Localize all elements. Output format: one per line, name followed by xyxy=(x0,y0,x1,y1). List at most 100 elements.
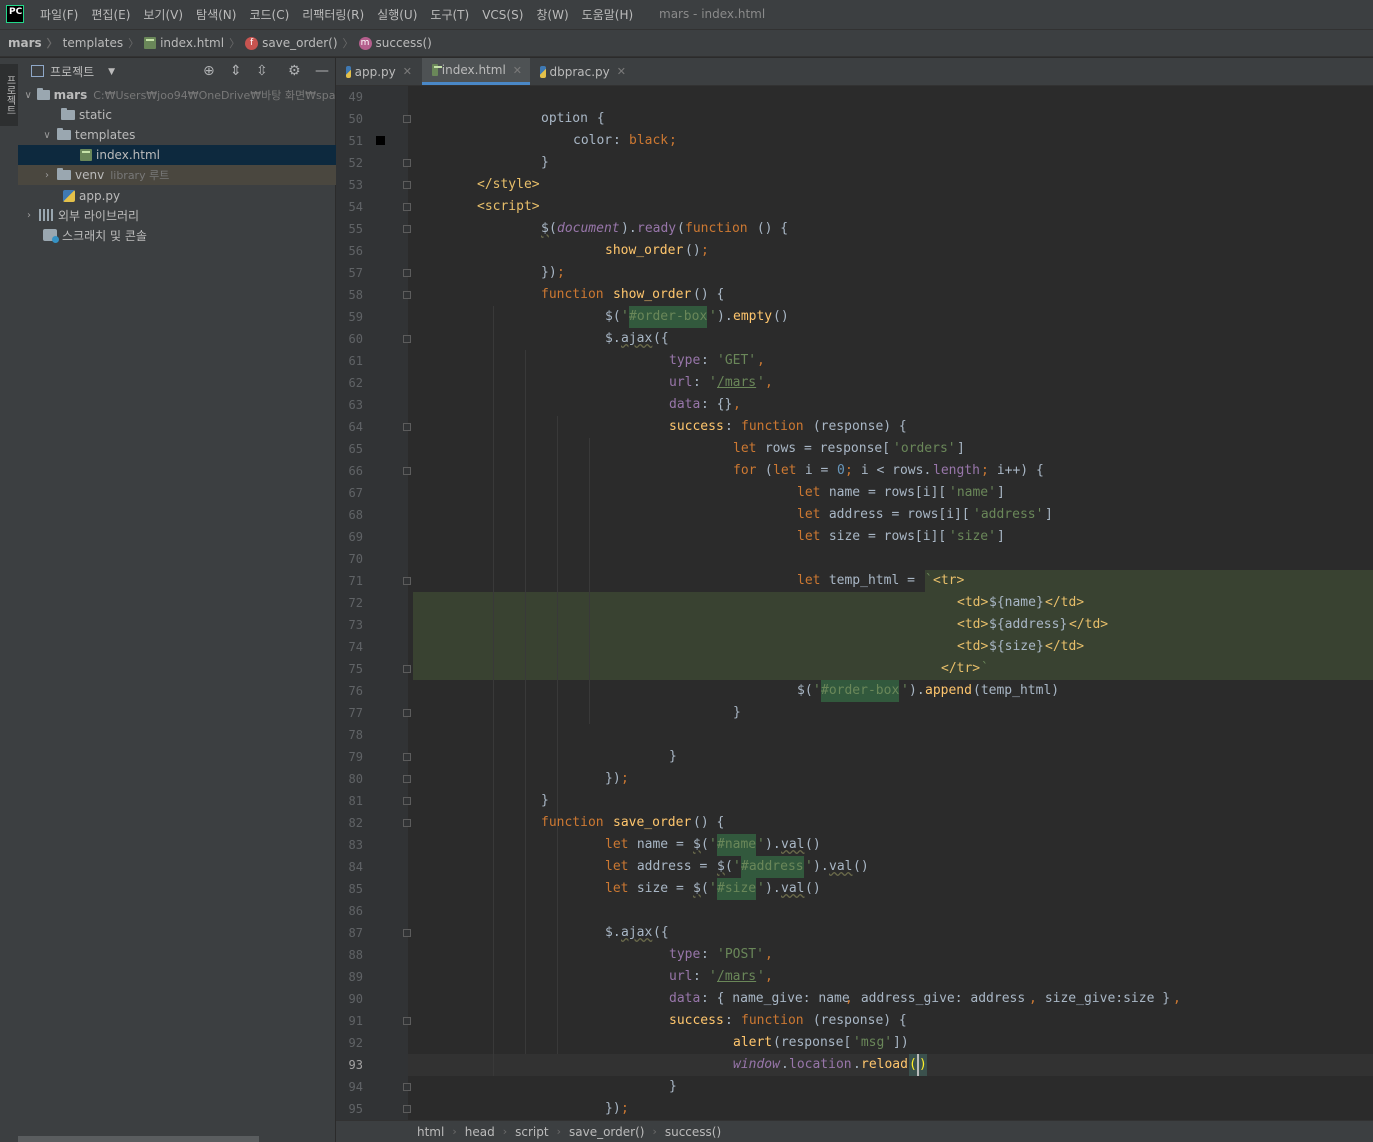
fold-marker-icon[interactable] xyxy=(403,115,411,123)
footer-crumb-3[interactable]: save_order() xyxy=(569,1125,644,1139)
menu-item-4[interactable]: 코드(C) xyxy=(249,6,289,23)
tree-item-static[interactable]: static xyxy=(18,105,378,125)
line-number: 65 xyxy=(348,442,363,456)
close-icon[interactable]: ✕ xyxy=(513,64,522,77)
fold-marker-icon[interactable] xyxy=(403,1105,411,1113)
tab-dbprac-py[interactable]: dbprac.py ✕ xyxy=(530,58,634,85)
tab-label: app.py xyxy=(354,64,396,79)
minimize-icon[interactable]: — xyxy=(315,63,329,79)
line-number: 76 xyxy=(348,684,363,698)
code-token: , xyxy=(765,947,773,962)
fold-marker-icon[interactable] xyxy=(403,775,411,783)
fold-marker-icon[interactable] xyxy=(403,753,411,761)
menu-item-6[interactable]: 실행(U) xyxy=(377,6,417,23)
breadcrumb-project[interactable]: mars 〉 xyxy=(8,35,63,51)
code-token: ). xyxy=(717,309,733,324)
code-token: document xyxy=(557,221,620,236)
code-token: ( xyxy=(909,1054,917,1076)
menu-item-2[interactable]: 보기(V) xyxy=(143,6,183,23)
breadcrumb-file[interactable]: index.html 〉 xyxy=(144,35,245,51)
tree-item-templates[interactable]: ∨ templates xyxy=(18,125,358,145)
chevron-right-icon[interactable]: › xyxy=(41,170,53,181)
menu-item-3[interactable]: 탐색(N) xyxy=(196,6,236,23)
breadcrumb-method[interactable]: m success() xyxy=(358,36,432,50)
close-icon[interactable]: ✕ xyxy=(403,65,412,78)
code-token: ; xyxy=(981,463,989,478)
horizontal-scrollbar[interactable] xyxy=(18,1136,259,1142)
fold-marker-icon[interactable] xyxy=(403,1017,411,1025)
menu-item-9[interactable]: 창(W) xyxy=(536,6,568,23)
fold-marker-icon[interactable] xyxy=(403,181,411,189)
menu-item-10[interactable]: 도움말(H) xyxy=(582,6,634,23)
code-token: }) xyxy=(605,1101,621,1116)
tab-app-py[interactable]: app.py ✕ xyxy=(336,58,420,85)
line-number: 92 xyxy=(348,1036,363,1050)
code-token: rows = response[ xyxy=(757,441,891,456)
fold-marker-icon[interactable] xyxy=(403,203,411,211)
code-token: data xyxy=(669,397,701,412)
project-tool-tab[interactable]: 프로젝트 xyxy=(0,64,18,126)
collapse-all-icon[interactable]: ⇳ xyxy=(256,63,268,79)
chevron-down-icon[interactable]: ∨ xyxy=(41,130,53,141)
footer-crumb-1[interactable]: head xyxy=(465,1125,495,1139)
menu-item-5[interactable]: 리팩터링(R) xyxy=(302,6,364,23)
menu-item-1[interactable]: 편집(E) xyxy=(91,6,130,23)
line-number: 69 xyxy=(348,530,363,544)
menu-item-7[interactable]: 도구(T) xyxy=(430,6,469,23)
menu-item-0[interactable]: 파일(F) xyxy=(40,6,78,23)
fold-marker-icon[interactable] xyxy=(403,1083,411,1091)
fold-marker-icon[interactable] xyxy=(403,159,411,167)
chevron-right-icon[interactable]: › xyxy=(23,210,35,221)
method-icon: m xyxy=(358,36,372,50)
code-token: () xyxy=(805,881,821,896)
code-token: name = rows[i][ xyxy=(821,485,947,500)
fold-marker-icon[interactable] xyxy=(403,225,411,233)
footer-crumb-2[interactable]: script xyxy=(515,1125,548,1139)
code-token: : xyxy=(613,133,629,148)
code-token: let xyxy=(773,463,797,478)
footer-crumb-4[interactable]: success() xyxy=(665,1125,721,1139)
line-number: 93 xyxy=(348,1058,363,1072)
menu-item-8[interactable]: VCS(S) xyxy=(482,8,523,22)
fold-marker-icon[interactable] xyxy=(403,665,411,673)
close-icon[interactable]: ✕ xyxy=(617,65,626,78)
project-path: C:₩Users₩joo94₩OneDrive₩바탕 화면₩spar xyxy=(93,89,340,102)
tree-item-app-py[interactable]: app.py xyxy=(18,186,380,206)
chevron-down-icon[interactable]: ▼ xyxy=(108,67,115,77)
locate-icon[interactable]: ⊕ xyxy=(203,63,215,79)
code-token: ] xyxy=(997,485,1005,500)
color-swatch-icon[interactable] xyxy=(376,136,385,145)
fold-marker-icon[interactable] xyxy=(403,709,411,717)
breadcrumb-function[interactable]: f save_order() 〉 xyxy=(245,35,358,51)
chevron-down-icon[interactable]: ∨ xyxy=(23,90,33,101)
project-panel-title: 프로젝트 xyxy=(50,65,95,79)
footer-crumb-0[interactable]: html xyxy=(417,1125,444,1139)
code-token: </tr> xyxy=(941,661,981,676)
fold-marker-icon[interactable] xyxy=(403,577,411,585)
tree-item-label: templates xyxy=(75,128,136,142)
expand-all-icon[interactable]: ⇕ xyxy=(230,63,242,79)
fold-marker-icon[interactable] xyxy=(403,819,411,827)
html-file-icon xyxy=(432,64,442,76)
fold-marker-icon[interactable] xyxy=(403,797,411,805)
tree-item-mars[interactable]: ∨ mars C:₩Users₩joo94₩OneDrive₩바탕 화면₩spa… xyxy=(18,85,340,105)
fold-marker-icon[interactable] xyxy=(403,423,411,431)
code-token: $ xyxy=(693,837,701,852)
tree-item-scratches[interactable]: 스크래치 및 콘솔 xyxy=(18,225,360,245)
fold-marker-icon[interactable] xyxy=(403,467,411,475)
breadcrumb-folder[interactable]: templates 〉 xyxy=(63,35,144,51)
tree-item-label: venv xyxy=(75,168,105,182)
gear-icon[interactable]: ⚙ xyxy=(288,63,301,79)
code-editor[interactable]: 49 50 51 52 53 54 55 56 57 58 59 60 61 62 63 64 65 66 67 68… xyxy=(336,86,1373,1120)
code-token: ( xyxy=(549,221,557,236)
code-token: } xyxy=(669,1079,677,1094)
fold-marker-icon[interactable] xyxy=(403,929,411,937)
tree-item-venv[interactable]: › venv library 루트 xyxy=(18,165,358,185)
fold-marker-icon[interactable] xyxy=(403,291,411,299)
fold-marker-icon[interactable] xyxy=(403,335,411,343)
tree-item-external-libraries[interactable]: › 외부 라이브러리 xyxy=(18,205,340,225)
tab-index-html[interactable]: index.html ✕ xyxy=(422,58,530,85)
fold-marker-icon[interactable] xyxy=(403,269,411,277)
code-token: } xyxy=(541,155,549,170)
line-number: 89 xyxy=(348,970,363,984)
